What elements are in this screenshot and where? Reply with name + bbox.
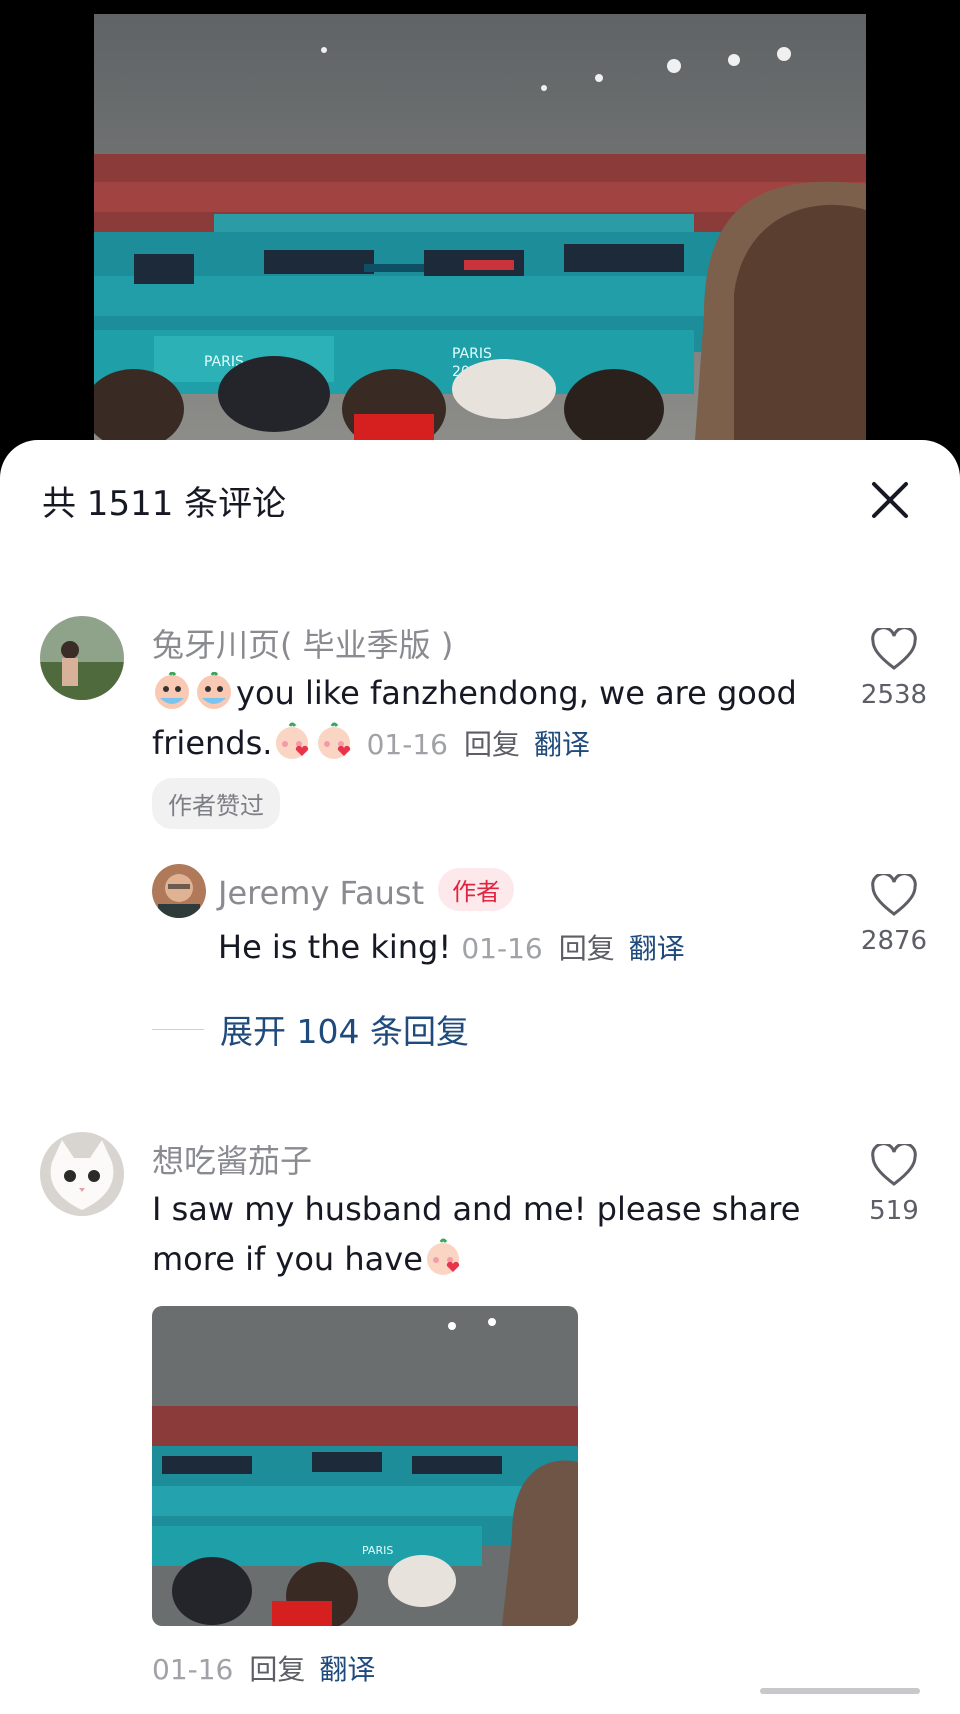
heart-outline-icon (871, 626, 917, 670)
reply-button[interactable]: 回复 (559, 932, 615, 965)
expand-replies-button[interactable]: 展开 104 条回复 (152, 1004, 469, 1054)
comment-body: I saw my husband and me! please share mo… (152, 1184, 812, 1284)
svg-text:PARIS: PARIS (452, 346, 492, 362)
kiss-emoji-icon (314, 722, 354, 762)
heart-outline-icon (871, 1142, 917, 1186)
like-button[interactable]: 519 (854, 1142, 934, 1226)
divider (152, 1028, 204, 1030)
translate-button[interactable]: 翻译 (629, 932, 685, 965)
author-tag: 作者 (438, 868, 515, 911)
comment-body: you like fanzhendong, we are good friend… (152, 668, 812, 770)
crying-emoji-icon (152, 671, 192, 712)
reply-body: He is the king! 01-16 回复 翻译 (218, 922, 685, 974)
like-count: 2876 (860, 926, 928, 956)
like-button[interactable]: 2876 (854, 872, 934, 956)
heart-outline-icon (871, 872, 917, 916)
comments-sheet: 共 1511 条评论 兔牙川页( 毕业季版 ) you like fanzhen… (0, 440, 960, 1714)
translate-button[interactable]: 翻译 (534, 728, 590, 761)
avatar[interactable] (40, 616, 124, 700)
translate-button[interactable]: 翻译 (319, 1653, 375, 1686)
reply-text: He is the king! (218, 928, 452, 966)
reply-date: 01-16 (461, 932, 543, 965)
reply-button[interactable]: 回复 (249, 1653, 305, 1686)
avatar[interactable] (40, 1132, 124, 1216)
reply-button[interactable]: 回复 (464, 728, 520, 761)
comments-count-title: 共 1511 条评论 (42, 484, 287, 524)
comment-image[interactable]: PARIS (152, 1306, 578, 1626)
avatar[interactable] (152, 864, 206, 918)
crying-emoji-icon (194, 671, 234, 712)
video-player[interactable]: PARIS PARIS 2024 (0, 0, 960, 460)
comment-username[interactable]: 兔牙川页( 毕业季版 ) (152, 620, 453, 666)
reply-username[interactable]: Jeremy Faust 作者 (218, 868, 515, 912)
like-button[interactable]: 2538 (854, 626, 934, 710)
home-indicator (760, 1688, 920, 1694)
author-liked-badge: 作者赞过 (152, 778, 280, 829)
comment-text-line1: I saw my husband and me! please share (152, 1190, 801, 1228)
comment-date: 01-16 (366, 728, 448, 761)
like-count: 519 (869, 1196, 919, 1226)
close-icon[interactable] (868, 478, 912, 522)
comment-username[interactable]: 想吃酱茄子 (152, 1136, 312, 1182)
comment-meta: 01-16 回复 翻译 (152, 1648, 375, 1688)
video-frame-arena-image: PARIS PARIS 2024 (94, 14, 866, 454)
kiss-emoji-icon (272, 722, 312, 762)
comment-date: 01-16 (152, 1653, 234, 1686)
expand-replies-label: 展开 104 条回复 (220, 1012, 469, 1051)
reply-username-text: Jeremy Faust (218, 874, 425, 912)
like-count: 2538 (860, 680, 928, 710)
svg-text:PARIS: PARIS (362, 1544, 393, 1557)
comment-text-line2: more if you have (152, 1240, 423, 1278)
kiss-emoji-icon (423, 1238, 463, 1278)
